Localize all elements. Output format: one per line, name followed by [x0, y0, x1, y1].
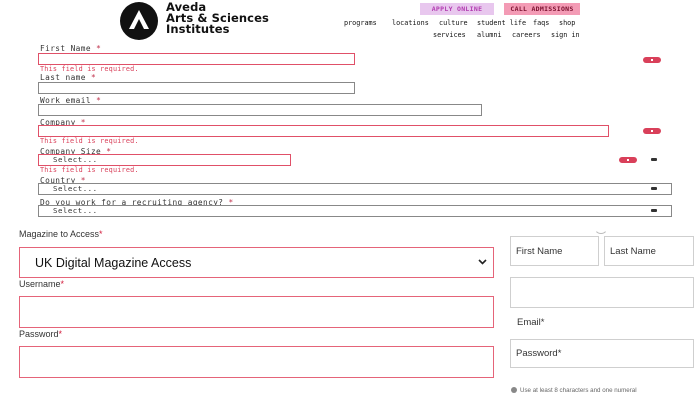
company-input[interactable]	[38, 125, 609, 137]
first-name-input[interactable]	[38, 53, 355, 65]
apply-online-button[interactable]: APPLY ONLINE	[420, 3, 494, 15]
password-hint: Use at least 8 characters and one numera…	[511, 387, 637, 394]
magazine-access-value: UK Digital Magazine Access	[35, 256, 192, 270]
last-name-placeholder: Last Name	[610, 246, 656, 257]
nav-item-faqs[interactable]: faqs	[533, 19, 549, 27]
error-icon	[643, 57, 661, 63]
password-hint-text: Use at least 8 characters and one numera…	[520, 387, 637, 394]
nav-item-locations[interactable]: locations	[392, 19, 429, 27]
company-error: This field is required.	[40, 137, 139, 145]
brand-logo-mark[interactable]	[120, 2, 158, 40]
info-icon	[511, 387, 517, 393]
chevron-down-icon	[651, 187, 657, 190]
password-field[interactable]: Password*	[510, 339, 694, 368]
loading-spinner-icon	[594, 220, 608, 234]
magazine-access-select[interactable]: UK Digital Magazine Access	[19, 247, 494, 278]
brand-logo-text[interactable]: Aveda Arts & Sciences Institutes	[166, 1, 269, 36]
recruiting-agency-select[interactable]: Select...	[38, 205, 672, 217]
first-name-label: First Name *	[40, 44, 102, 53]
nav-item-sign-in[interactable]: sign in	[551, 31, 580, 39]
nav-item-shop[interactable]: shop	[559, 19, 575, 27]
last-name-label: Last name *	[40, 73, 97, 82]
call-admissions-button[interactable]: CALL ADMISSIONS	[504, 3, 580, 15]
password-placeholder: Password*	[516, 348, 562, 359]
last-name-input[interactable]	[38, 82, 355, 94]
error-icon	[619, 157, 637, 163]
chevron-down-icon	[651, 209, 657, 212]
last-name-field[interactable]: Last Name	[604, 236, 694, 266]
nav-item-careers[interactable]: careers	[512, 31, 541, 39]
email-field[interactable]	[510, 277, 694, 308]
first-name-error: This field is required.	[40, 65, 139, 73]
logo-a-icon	[129, 10, 149, 29]
first-name-placeholder: First Name	[516, 246, 563, 257]
magazine-access-label: Magazine to Access*	[19, 229, 103, 239]
chevron-down-icon	[651, 158, 657, 161]
first-name-field[interactable]: First Name	[510, 236, 599, 266]
nav-item-culture[interactable]: culture	[439, 19, 468, 27]
email-label: Email*	[517, 317, 545, 328]
chevron-down-icon	[478, 259, 487, 265]
nav-item-alumni[interactable]: alumni	[477, 31, 502, 39]
company-size-error: This field is required.	[40, 166, 139, 174]
logo-line-3: Institutes	[166, 22, 230, 36]
password-label: Password*	[19, 329, 63, 339]
work-email-input[interactable]	[38, 104, 482, 116]
username-label: Username*	[19, 279, 65, 289]
country-select[interactable]: Select...	[38, 183, 672, 195]
username-input[interactable]	[19, 296, 494, 328]
nav-item-services[interactable]: services	[433, 31, 466, 39]
nav-item-programs[interactable]: programs	[344, 19, 377, 27]
company-size-select[interactable]: Select...	[38, 154, 291, 166]
password-input[interactable]	[19, 346, 494, 378]
nav-item-student-life[interactable]: student life	[477, 19, 526, 27]
error-icon	[643, 128, 661, 134]
